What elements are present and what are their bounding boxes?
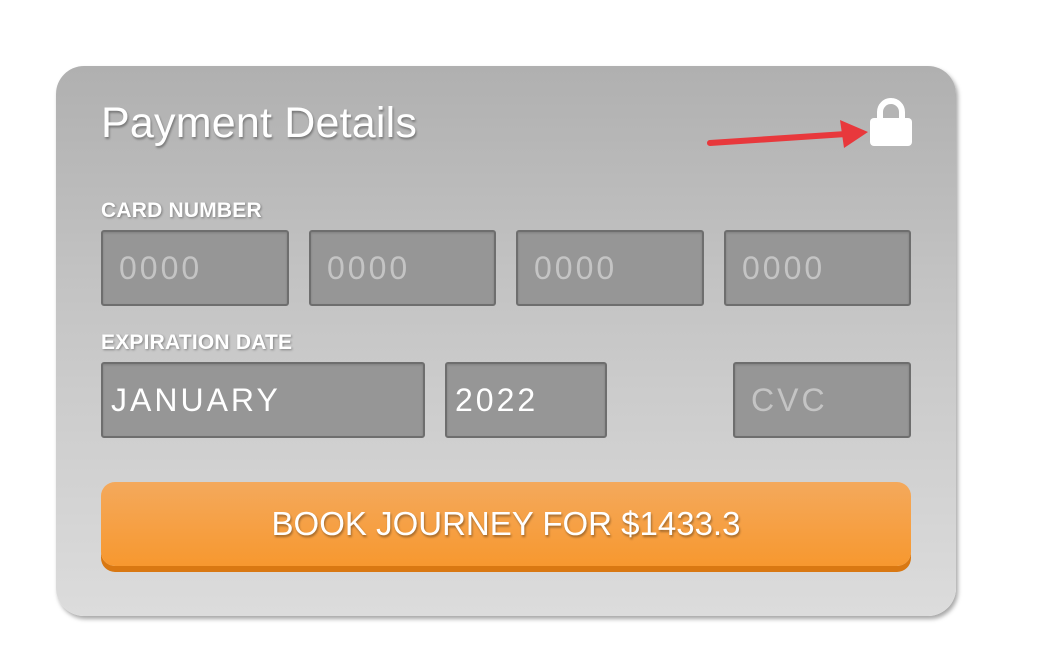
card-number-label: CARD NUMBER: [101, 199, 262, 222]
expiration-date-label: EXPIRATION DATE: [101, 331, 293, 354]
card-number-input-4[interactable]: [724, 230, 911, 306]
payment-card: Payment Details CARD NUMBER EXPIRATION D…: [56, 66, 956, 616]
card-number-input-3[interactable]: [516, 230, 704, 306]
arrow-icon: [707, 120, 868, 148]
expiration-month-select[interactable]: [101, 362, 425, 438]
page-title: Payment Details: [101, 99, 418, 147]
card-number-input-2[interactable]: [309, 230, 496, 306]
card-number-input-1[interactable]: [101, 230, 289, 306]
book-journey-button[interactable]: BOOK JOURNEY FOR $1433.3: [101, 482, 911, 566]
lock-icon: [870, 98, 912, 146]
expiration-year-select[interactable]: [445, 362, 607, 438]
cvc-input[interactable]: [733, 362, 911, 438]
